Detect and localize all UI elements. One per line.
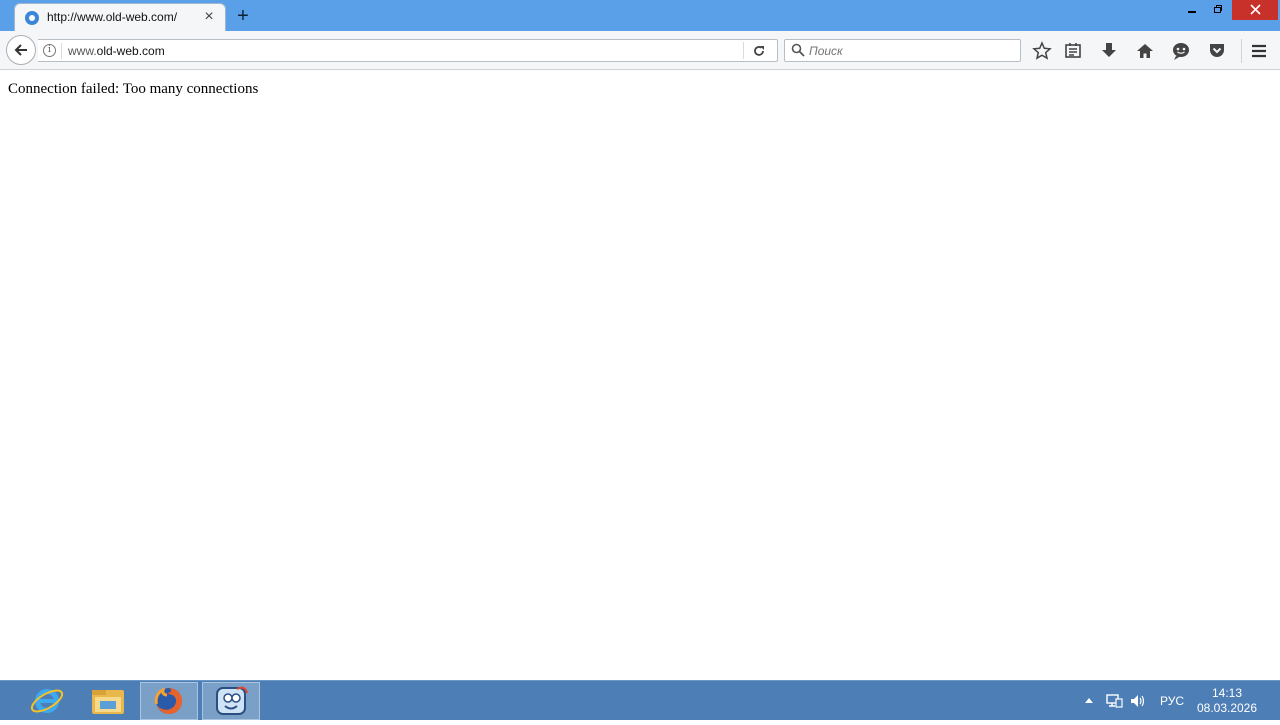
- new-tab-button[interactable]: +: [232, 5, 254, 27]
- url-bar[interactable]: i www.old-web.com: [38, 39, 778, 62]
- navigation-bar: i www.old-web.com: [0, 31, 1280, 70]
- url-domain: old-web.com: [96, 44, 165, 58]
- chat-icon[interactable]: [1171, 41, 1191, 61]
- title-bar: http://www.old-web.com/ × +: [0, 0, 1280, 32]
- volume-icon[interactable]: [1129, 693, 1147, 709]
- error-message: Connection failed: Too many connections: [8, 81, 259, 97]
- browser-tab[interactable]: http://www.old-web.com/ ×: [14, 3, 226, 32]
- close-window-button[interactable]: [1232, 0, 1278, 20]
- taskbar-file-explorer[interactable]: [79, 682, 137, 720]
- page-content: Connection failed: Too many connections: [0, 71, 1280, 680]
- reload-separator: [743, 42, 744, 59]
- bookmark-star-icon[interactable]: [1032, 41, 1052, 61]
- url-prefix: www.: [68, 44, 97, 58]
- search-bar[interactable]: [784, 39, 1021, 62]
- language-indicator[interactable]: РУС: [1160, 694, 1184, 708]
- restore-button[interactable]: [1206, 0, 1230, 20]
- taskbar-app[interactable]: [202, 682, 260, 720]
- info-icon[interactable]: i: [43, 44, 56, 57]
- reading-list-icon[interactable]: [1063, 41, 1083, 61]
- tray-expand-icon[interactable]: [1085, 697, 1093, 703]
- app-icon: [216, 686, 248, 715]
- minimize-icon: [1188, 11, 1196, 13]
- search-icon: [791, 43, 805, 57]
- search-input[interactable]: [809, 43, 1009, 59]
- back-arrow-icon: [14, 44, 27, 56]
- internet-explorer-icon: [30, 689, 64, 713]
- reload-icon[interactable]: [751, 43, 767, 59]
- minimize-button[interactable]: [1180, 0, 1204, 20]
- download-icon[interactable]: [1099, 41, 1119, 61]
- file-explorer-icon: [92, 690, 124, 714]
- tab-title: http://www.old-web.com/: [47, 10, 178, 24]
- menu-icon[interactable]: [1249, 41, 1269, 61]
- toolbar-divider: [1241, 39, 1242, 63]
- url-separator: [61, 43, 62, 59]
- taskbar-firefox[interactable]: [140, 682, 198, 720]
- taskbar: РУС 14:13 08.03.2026: [0, 680, 1280, 720]
- clock-date: 08.03.2026: [1196, 701, 1258, 715]
- restore-icon: [1214, 5, 1222, 13]
- clock-time: 14:13: [1211, 686, 1243, 700]
- firefox-icon: [154, 687, 183, 714]
- tab-close-icon[interactable]: ×: [201, 9, 217, 25]
- close-icon: [1249, 4, 1261, 15]
- home-icon[interactable]: [1135, 41, 1155, 61]
- taskbar-internet-explorer[interactable]: [18, 682, 76, 720]
- clock[interactable]: 14:13 08.03.2026: [1196, 686, 1258, 716]
- network-icon[interactable]: [1105, 693, 1123, 709]
- url-text[interactable]: www.old-web.com: [68, 44, 165, 58]
- globe-icon: [25, 11, 39, 25]
- back-button[interactable]: [6, 35, 36, 65]
- pocket-icon[interactable]: [1207, 41, 1227, 61]
